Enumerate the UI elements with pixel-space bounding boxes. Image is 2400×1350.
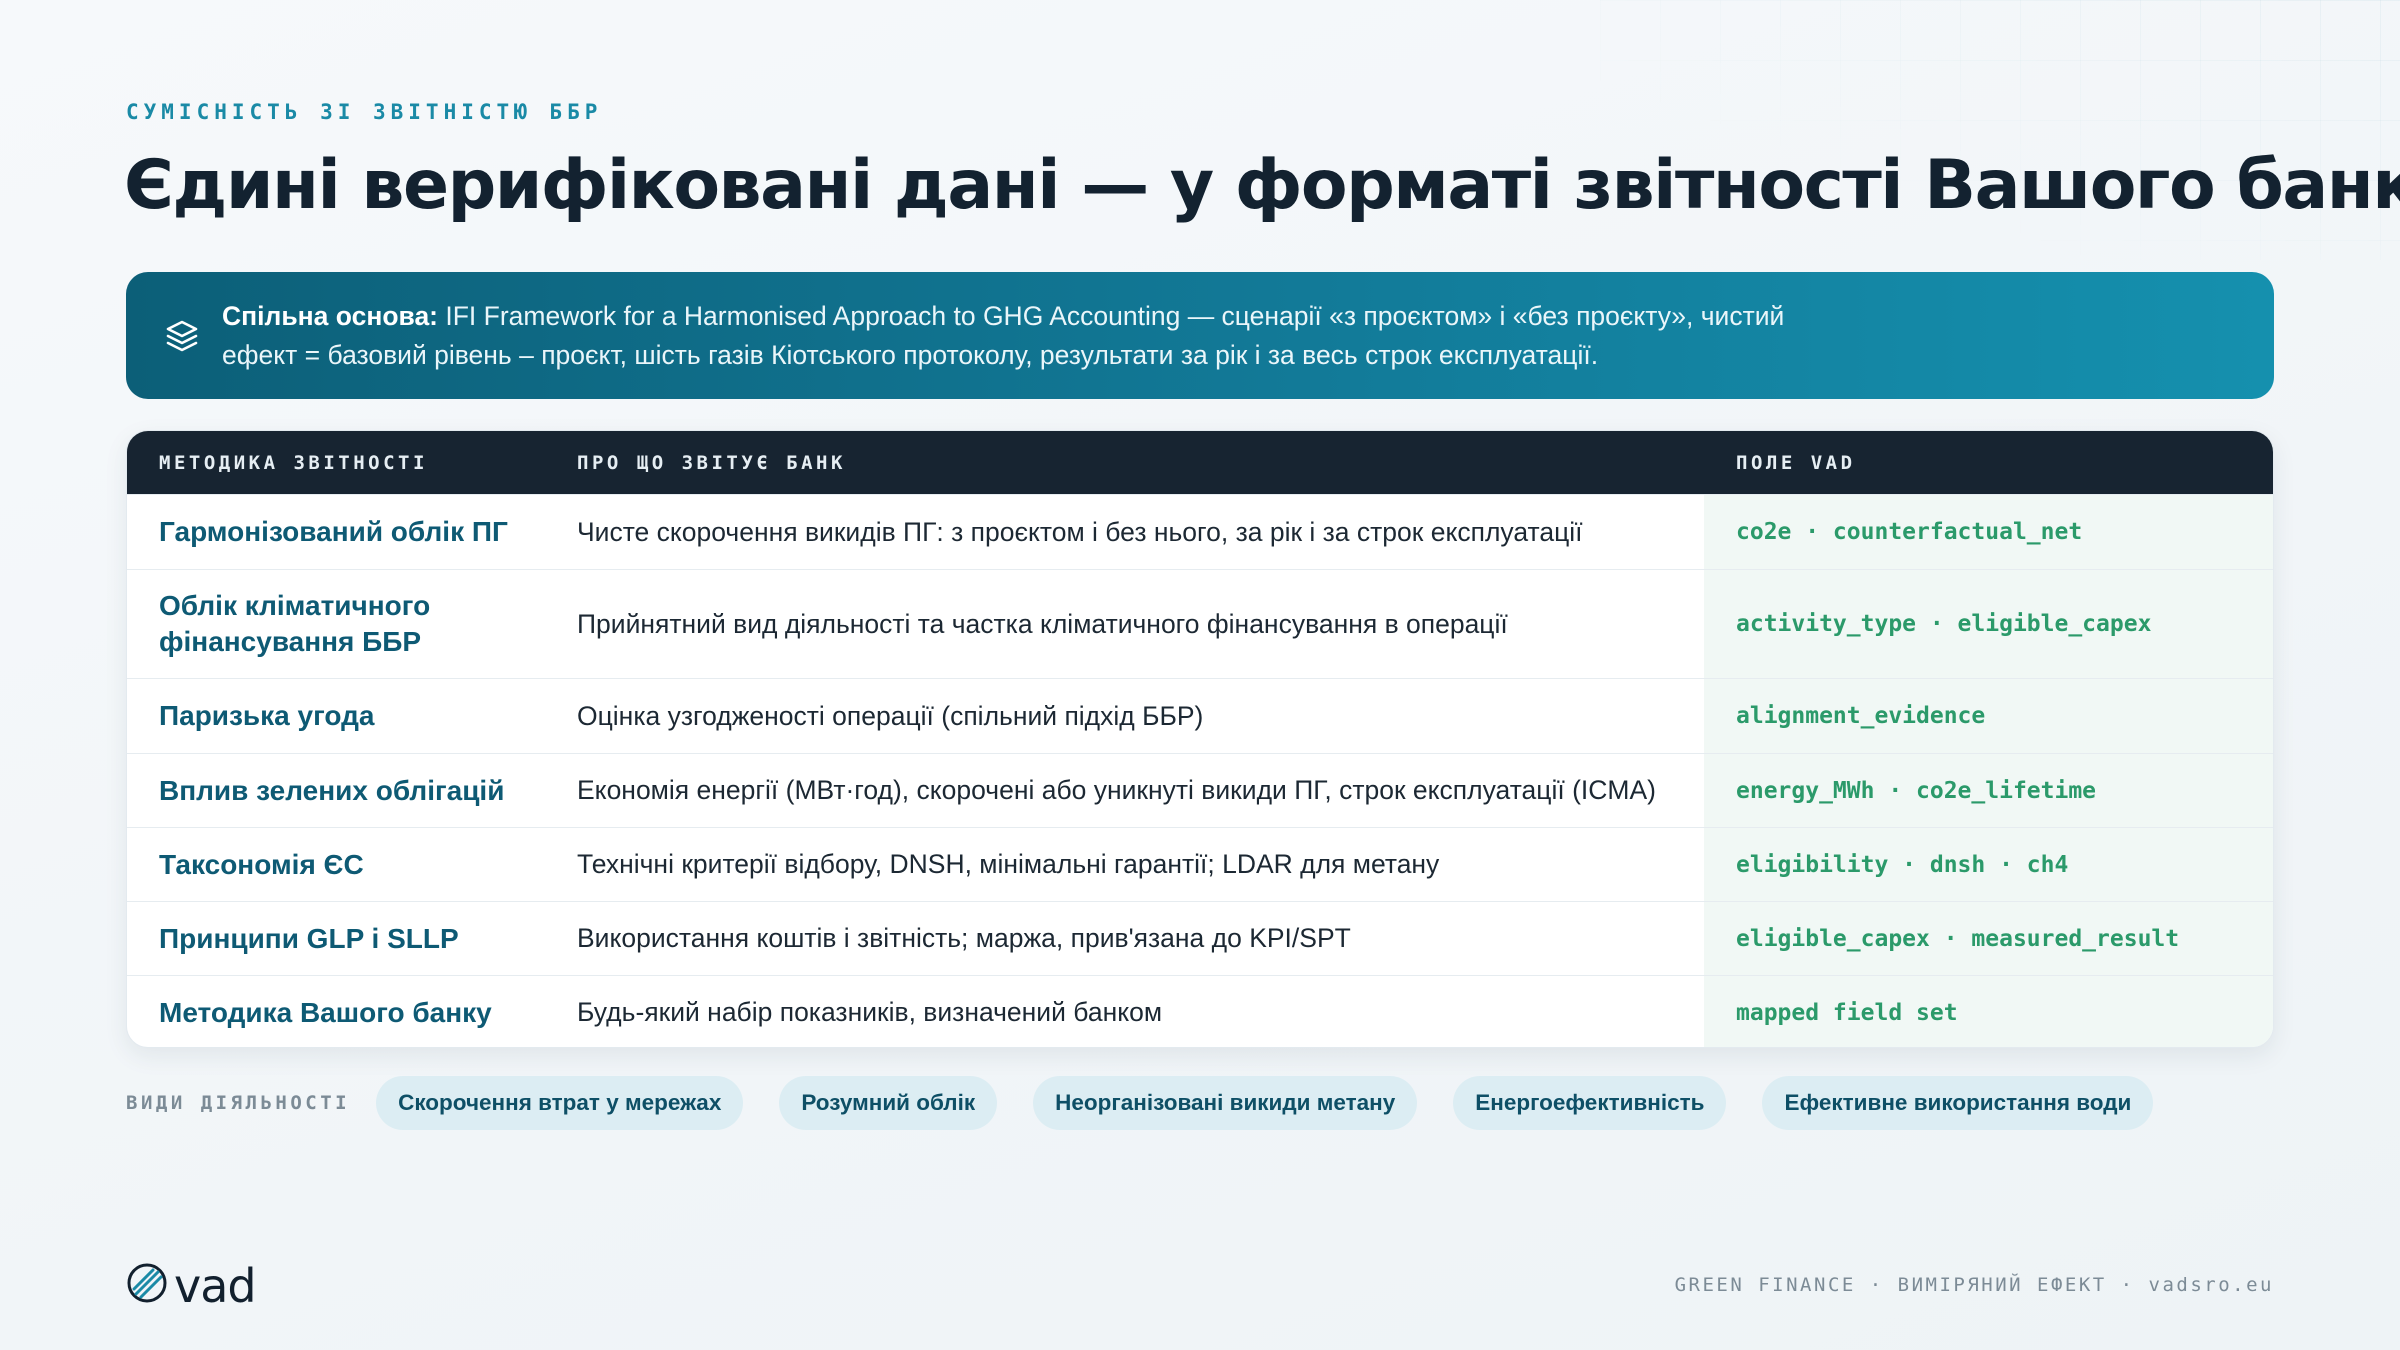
logo-text: vad <box>174 1258 257 1313</box>
field-cell: co2e · counterfactual_net <box>1704 495 2273 569</box>
reports-cell: Будь-який набір показників, визначений б… <box>577 997 1163 1027</box>
reporting-table: МЕТОДИКА ЗВІТНОСТІ ПРО ЩО ЗВІТУЄ БАНК ПО… <box>126 430 2274 1048</box>
slide: СУМІСНІСТЬ ЗІ ЗВІТНІСТЮ ББР Єдині верифі… <box>0 0 2400 1350</box>
page-title: Єдині верифіковані дані — у форматі звіт… <box>124 146 2400 225</box>
info-banner: Спільна основа: IFI Framework for a Harm… <box>126 272 2274 399</box>
field-cell: activity_type · eligible_capex <box>1704 570 2273 678</box>
field-cell: alignment_evidence <box>1704 679 2273 753</box>
method-cell: Облік кліматичного фінансування ББР <box>159 590 431 657</box>
activity-chip[interactable]: Ефективне використання води <box>1762 1076 2154 1130</box>
banner-text-line1: IFI Framework for a Harmonised Approach … <box>438 300 1785 331</box>
banner-text: Спільна основа: IFI Framework for a Harm… <box>222 297 1942 375</box>
column-header-reports: ПРО ЩО ЗВІТУЄ БАНК <box>577 451 846 474</box>
banner-text-line2: ефект = базовий рівень – проєкт, шість г… <box>222 339 1599 370</box>
column-header-field: ПОЛЕ VAD <box>1736 451 1856 474</box>
reports-cell: Економія енергії (МВт·год), скорочені аб… <box>577 775 1656 805</box>
method-cell: Принципи GLP і SLLP <box>159 922 459 954</box>
table-header: МЕТОДИКА ЗВІТНОСТІ ПРО ЩО ЗВІТУЄ БАНК ПО… <box>127 431 2273 494</box>
field-cell: energy_MWh · co2e_lifetime <box>1704 754 2273 827</box>
method-cell: Гармонізований облік ПГ <box>159 516 508 547</box>
table-row: Принципи GLP і SLLP Використання коштів … <box>127 901 2273 975</box>
method-cell: Таксономія ЄС <box>159 848 364 880</box>
layers-icon <box>162 316 202 356</box>
table-row: Методика Вашого банку Будь-який набір по… <box>127 975 2273 1047</box>
reports-cell: Оцінка узгодженості операції (спільний п… <box>577 700 1204 731</box>
table-row: Таксономія ЄС Технічні критерії відбору,… <box>127 827 2273 901</box>
field-cell: eligible_capex · measured_result <box>1704 902 2273 975</box>
eyebrow-label: СУМІСНІСТЬ ЗІ ЗВІТНІСТЮ ББР <box>126 100 603 124</box>
footer-tagline: GREEN FINANCE · ВИМІРЯНИЙ ЕФЕКТ · vadsro… <box>1674 1274 2274 1296</box>
activity-chip[interactable]: Розумний облік <box>779 1076 998 1130</box>
table-row: Гармонізований облік ПГ Чисте скорочення… <box>127 494 2273 569</box>
reports-cell: Прийнятний вид діяльності та частка клім… <box>577 608 1508 639</box>
table-row: Облік кліматичного фінансування ББР Прий… <box>127 569 2273 678</box>
method-cell: Методика Вашого банку <box>159 996 492 1028</box>
table-row: Вплив зелених облігацій Економія енергії… <box>127 753 2273 827</box>
reports-cell: Чисте скорочення викидів ПГ: з проєктом … <box>577 516 1583 547</box>
column-header-method: МЕТОДИКА ЗВІТНОСТІ <box>159 451 428 474</box>
reports-cell: Технічні критерії відбору, DNSH, мінімал… <box>577 849 1440 879</box>
table-row: Паризька угода Оцінка узгодженості опера… <box>127 678 2273 753</box>
field-cell: mapped field set <box>1704 976 2273 1047</box>
reports-cell: Використання коштів і звітність; маржа, … <box>577 923 1351 953</box>
method-cell: Паризька угода <box>159 700 375 731</box>
method-cell: Вплив зелених облігацій <box>159 774 505 806</box>
vad-logo: vad <box>126 1258 257 1313</box>
activity-chip[interactable]: Скорочення втрат у мережах <box>376 1076 744 1130</box>
vad-logo-icon <box>126 1262 168 1309</box>
activities-row: ВИДИ ДІЯЛЬНОСТІ Скорочення втрат у мереж… <box>126 1076 2154 1130</box>
activity-chip[interactable]: Неорганізовані викиди метану <box>1033 1076 1418 1130</box>
activities-label: ВИДИ ДІЯЛЬНОСТІ <box>126 1092 351 1114</box>
activity-chip[interactable]: Енергоефективність <box>1453 1076 1727 1130</box>
banner-lead: Спільна основа: <box>222 300 439 331</box>
field-cell: eligibility · dnsh · ch4 <box>1704 828 2273 901</box>
